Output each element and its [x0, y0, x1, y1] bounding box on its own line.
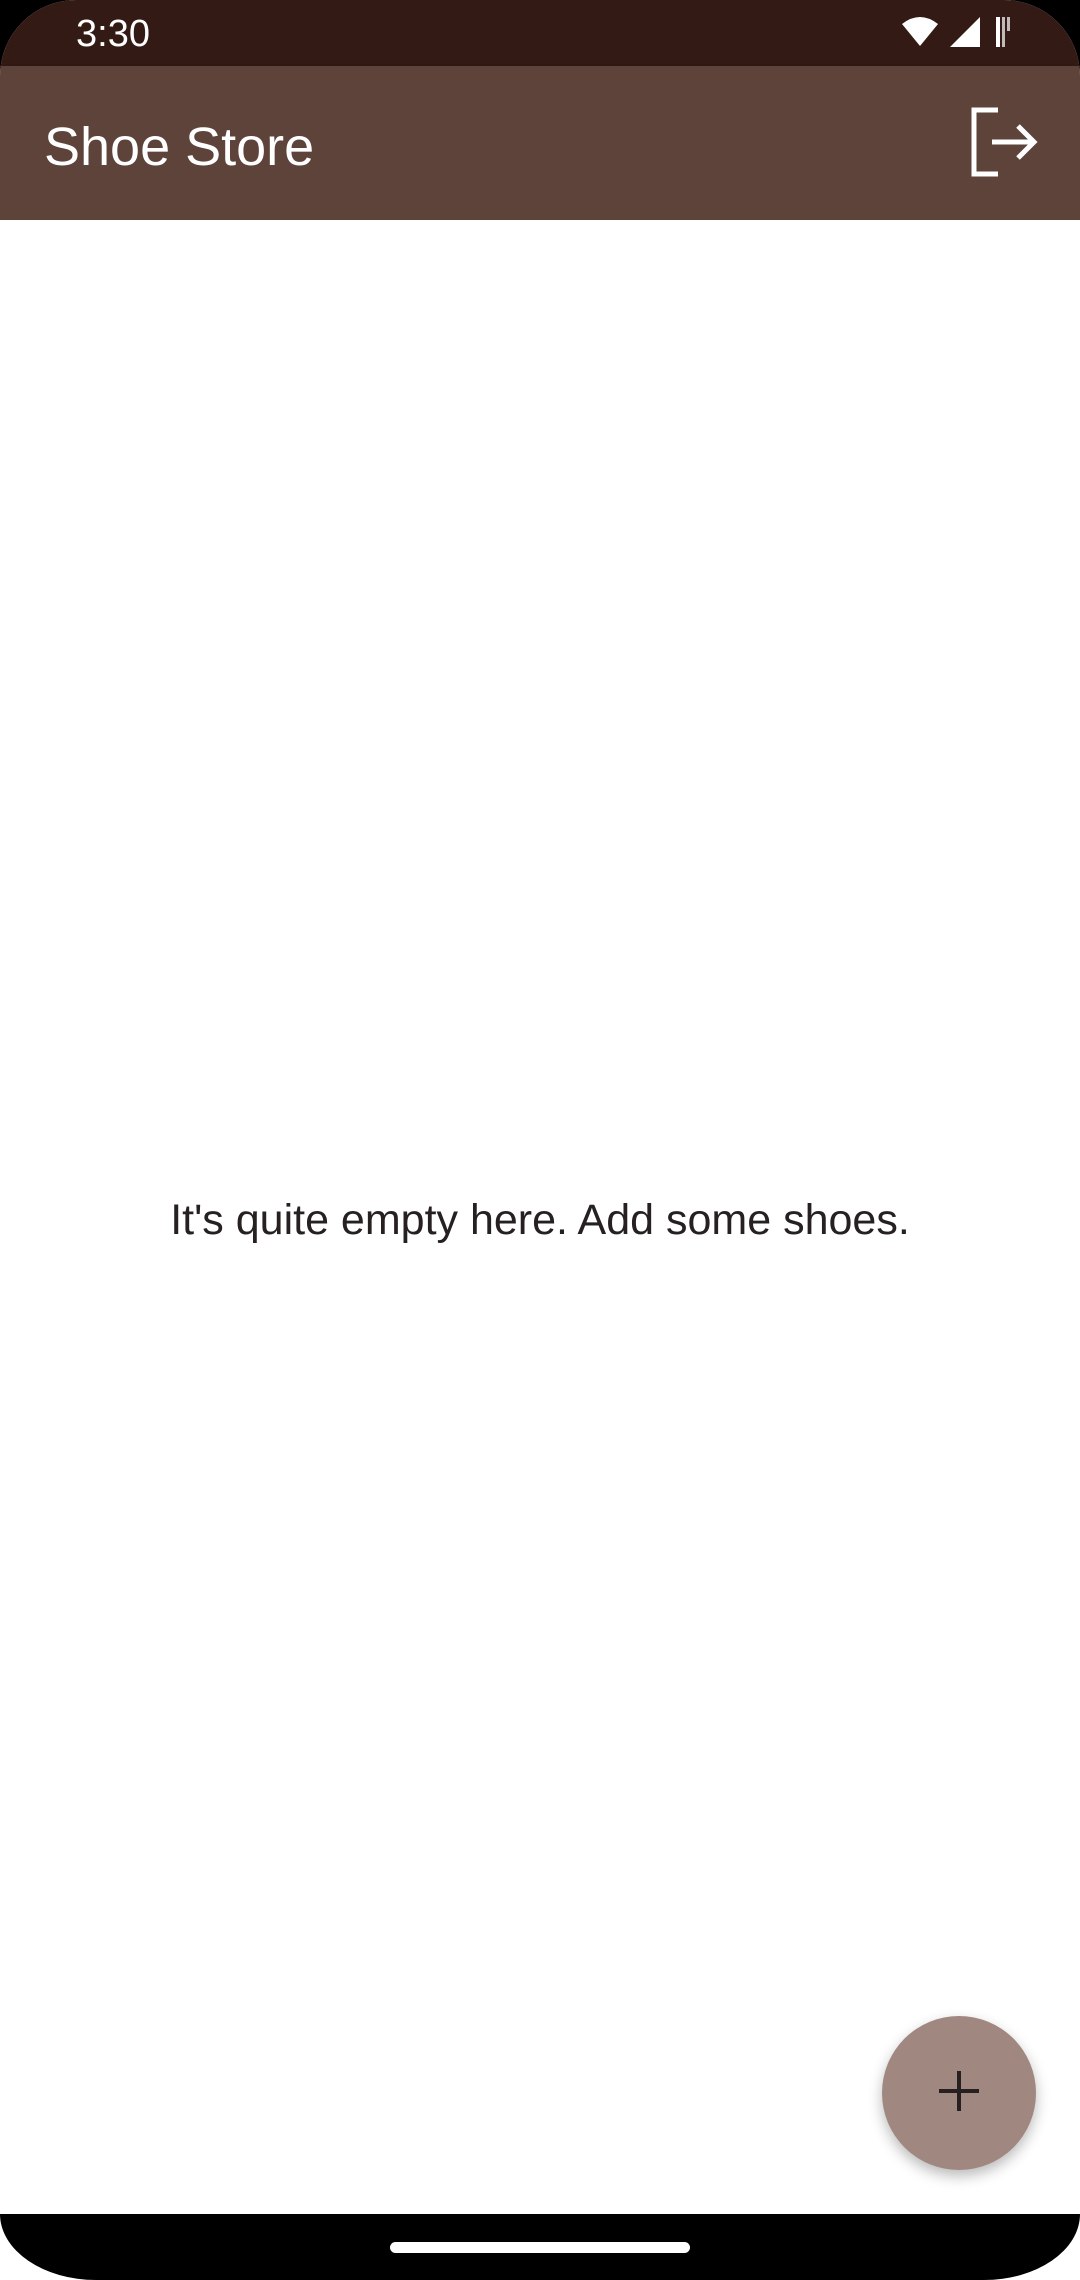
- logout-button[interactable]: [962, 102, 1046, 186]
- home-handle[interactable]: [390, 2242, 690, 2253]
- empty-state-message: It's quite empty here. Add some shoes.: [170, 1196, 910, 1244]
- page-title: Shoe Store: [44, 117, 315, 177]
- battery-icon: [990, 15, 1014, 54]
- navigation-bar: [0, 2214, 1080, 2280]
- shoe-list: It's quite empty here. Add some shoes.: [0, 220, 1080, 2214]
- wifi-icon: [900, 16, 940, 53]
- signal-icon: [948, 15, 982, 54]
- status-icons: [900, 16, 1014, 52]
- phone-screen: 3:30 Shoe Store It's quite empty here. A…: [0, 0, 1080, 2280]
- status-time: 3:30: [76, 13, 150, 55]
- logout-icon: [968, 106, 1040, 183]
- app-bar: Shoe Store: [0, 66, 1080, 220]
- add-shoe-button[interactable]: [882, 2016, 1036, 2170]
- add-icon: [937, 2069, 981, 2118]
- status-bar: 3:30: [0, 0, 1080, 66]
